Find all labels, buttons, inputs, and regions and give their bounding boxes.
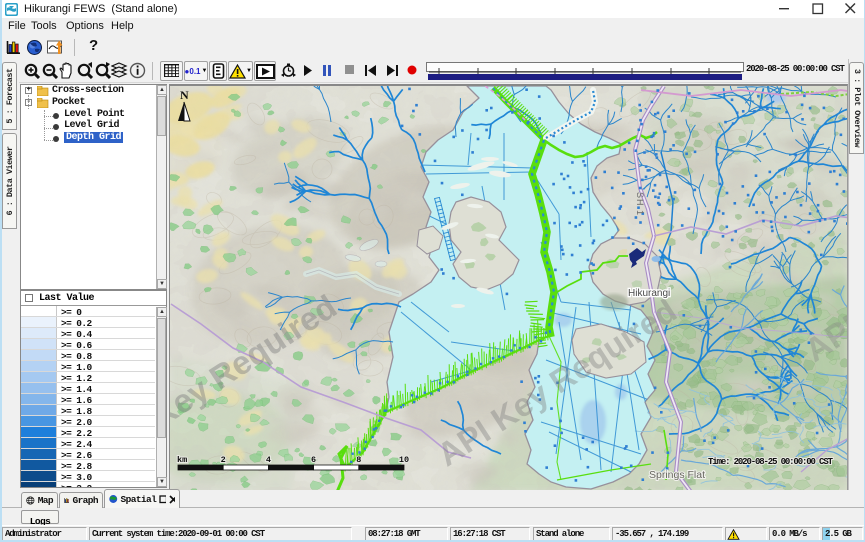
svg-text:Springs Flat: Springs Flat: [649, 469, 705, 481]
svg-text:km: km: [177, 455, 187, 465]
svg-text:Hikurangi: Hikurangi: [628, 288, 670, 299]
svg-text:4: 4: [266, 455, 271, 465]
svg-text:6: 6: [311, 455, 316, 465]
svg-text:10: 10: [399, 455, 409, 465]
svg-text:2: 2: [221, 455, 226, 465]
svg-text:8: 8: [356, 455, 361, 465]
svg-text:Time: 2020-08-25 00:00:00 CST: Time: 2020-08-25 00:00:00 CST: [708, 457, 834, 467]
svg-text:SH 1: SH 1: [635, 192, 645, 216]
svg-text:N: N: [180, 88, 189, 102]
